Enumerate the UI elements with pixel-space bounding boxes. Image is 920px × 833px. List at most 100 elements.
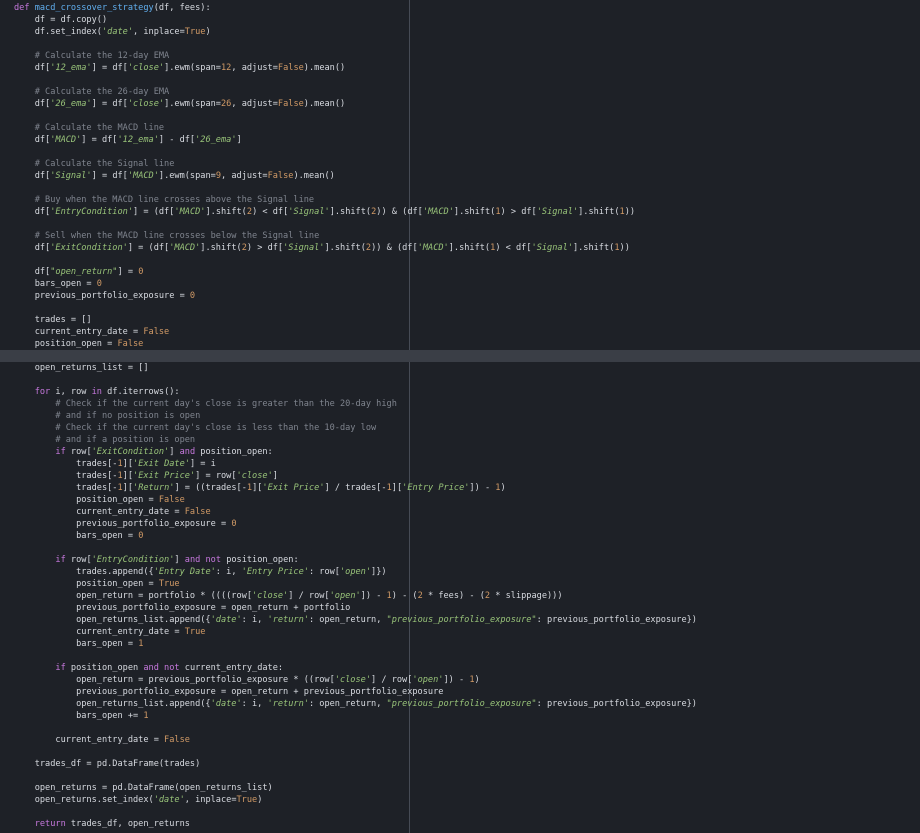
code-line[interactable]: if row['EntryCondition'] and not positio… [0, 554, 920, 566]
text-token: ]}) [371, 567, 387, 577]
code-line[interactable] [0, 746, 920, 758]
code-line[interactable] [0, 110, 920, 122]
code-line[interactable]: bars_open = 1 [0, 638, 920, 650]
code-line[interactable]: open_returns = pd.DataFrame(open_returns… [0, 782, 920, 794]
text-token: ].ewm(span= [158, 171, 216, 181]
code-line[interactable]: open_returns.set_index('date', inplace=T… [0, 794, 920, 806]
code-line[interactable]: current_entry_date = True [0, 626, 920, 638]
code-line[interactable]: bars_open = 0 [0, 278, 920, 290]
code-line[interactable] [0, 302, 920, 314]
code-line[interactable] [0, 542, 920, 554]
string-token: 'close' [236, 471, 273, 481]
code-line[interactable] [0, 146, 920, 158]
string-token: 'open' [339, 567, 372, 577]
string-token: 'Signal' [283, 243, 325, 253]
string-token: 'EntryCondition' [91, 555, 175, 565]
code-line[interactable]: trades.append({'Entry Date': i, 'Entry P… [0, 566, 920, 578]
text-token: ) [257, 795, 263, 805]
text-token: ] = df[ [91, 171, 128, 181]
code-line[interactable]: # Calculate the 26-day EMA [0, 86, 920, 98]
code-line[interactable]: open_return = portfolio * ((((row['close… [0, 590, 920, 602]
code-line[interactable]: trades_df = pd.DataFrame(trades) [0, 758, 920, 770]
code-line[interactable]: df.set_index('date', inplace=True) [0, 26, 920, 38]
code-line[interactable]: # Calculate the MACD line [0, 122, 920, 134]
code-line[interactable]: # and if no position is open [0, 410, 920, 422]
constant-token: False [184, 507, 211, 517]
code-line[interactable]: previous_portfolio_exposure = open_retur… [0, 602, 920, 614]
code-area[interactable]: def macd_crossover_strategy(df, fees): d… [0, 0, 920, 830]
code-line[interactable]: previous_portfolio_exposure = open_retur… [0, 686, 920, 698]
code-line[interactable]: position_open = False [0, 338, 920, 350]
text-token: ] [236, 135, 242, 145]
code-line[interactable]: return trades_df, open_returns [0, 818, 920, 830]
code-line[interactable]: trades[-1]['Return'] = ((trades[-1]['Exi… [0, 482, 920, 494]
code-line[interactable] [0, 374, 920, 386]
text-token: df.iterrows(): [107, 387, 180, 397]
code-line[interactable]: # Calculate the Signal line [0, 158, 920, 170]
text-token: ) - ( [391, 591, 418, 601]
string-token: '26_ema' [195, 135, 237, 145]
code-line[interactable] [0, 38, 920, 50]
code-line[interactable]: bars_open += 1 [0, 710, 920, 722]
code-line[interactable] [0, 650, 920, 662]
code-line[interactable] [0, 182, 920, 194]
code-line[interactable]: # Sell when the MACD line crosses below … [0, 230, 920, 242]
text-token: df[ [14, 207, 51, 217]
code-line[interactable]: trades = [] [0, 314, 920, 326]
code-line[interactable]: trades[-1]['Exit Date'] = i [0, 458, 920, 470]
code-line[interactable]: # and if a position is open [0, 434, 920, 446]
code-line[interactable]: df['EntryCondition'] = (df['MACD'].shift… [0, 206, 920, 218]
code-line[interactable]: bars_open = 0 [0, 530, 920, 542]
code-line[interactable]: for i, row in df.iterrows(): [0, 386, 920, 398]
code-line[interactable]: df['12_ema'] = df['close'].ewm(span=12, … [0, 62, 920, 74]
code-line[interactable]: position_open = True [0, 578, 920, 590]
code-line[interactable] [0, 770, 920, 782]
string-token: 'date' [101, 27, 134, 37]
code-line[interactable]: trades[-1]['Exit Price'] = row['close'] [0, 470, 920, 482]
keyword-token: in [91, 387, 108, 397]
code-line[interactable]: df = df.copy() [0, 14, 920, 26]
code-line[interactable]: # Buy when the MACD line crosses above t… [0, 194, 920, 206]
code-line[interactable]: open_returns_list = [] [0, 362, 920, 374]
code-line[interactable]: previous_portfolio_exposure = 0 [0, 290, 920, 302]
code-line[interactable]: df['26_ema'] = df['close'].ewm(span=26, … [0, 98, 920, 110]
text-token: ] / trades[- [324, 483, 387, 493]
text-token: ] = (df[ [133, 207, 175, 217]
code-line[interactable]: df['Signal'] = df['MACD'].ewm(span=9, ad… [0, 170, 920, 182]
text-token: : i, [241, 615, 268, 625]
text-token: ].shift( [578, 207, 620, 217]
code-line[interactable]: df['ExitCondition'] = (df['MACD'].shift(… [0, 242, 920, 254]
code-line[interactable]: def macd_crossover_strategy(df, fees): [0, 2, 920, 14]
code-line[interactable]: # Check if the current day's close is le… [0, 422, 920, 434]
code-editor[interactable]: def macd_crossover_strategy(df, fees): d… [0, 0, 920, 833]
text-token: ].shift( [200, 243, 242, 253]
code-line[interactable]: # Check if the current day's close is gr… [0, 398, 920, 410]
code-line[interactable] [0, 254, 920, 266]
code-line[interactable] [0, 722, 920, 734]
code-line-current[interactable] [0, 350, 920, 362]
code-line[interactable]: if position_open and not current_entry_d… [0, 662, 920, 674]
code-line[interactable]: open_return = previous_portfolio_exposur… [0, 674, 920, 686]
number-token: 1 [143, 711, 149, 721]
code-line[interactable]: previous_portfolio_exposure = 0 [0, 518, 920, 530]
code-line[interactable]: current_entry_date = False [0, 326, 920, 338]
code-line[interactable]: current_entry_date = False [0, 506, 920, 518]
text-token: ) [205, 27, 211, 37]
string-token: 'Return' [133, 483, 175, 493]
text-token: df = df.copy() [14, 15, 108, 25]
code-line[interactable]: position_open = False [0, 494, 920, 506]
number-token: 0 [96, 279, 102, 289]
code-line[interactable]: current_entry_date = False [0, 734, 920, 746]
number-token: 1 [138, 639, 144, 649]
code-line[interactable] [0, 218, 920, 230]
code-line[interactable]: open_returns_list.append({'date': i, 're… [0, 698, 920, 710]
code-line[interactable]: # Calculate the 12-day EMA [0, 50, 920, 62]
code-line[interactable]: open_returns_list.append({'date': i, 're… [0, 614, 920, 626]
code-line[interactable] [0, 806, 920, 818]
code-line[interactable]: if row['ExitCondition'] and position_ope… [0, 446, 920, 458]
string-token: "previous_portfolio_exposure" [386, 615, 537, 625]
code-line[interactable]: df['MACD'] = df['12_ema'] - df['26_ema'] [0, 134, 920, 146]
text-token: trades = [] [14, 315, 92, 325]
code-line[interactable] [0, 74, 920, 86]
code-line[interactable]: df["open_return"] = 0 [0, 266, 920, 278]
